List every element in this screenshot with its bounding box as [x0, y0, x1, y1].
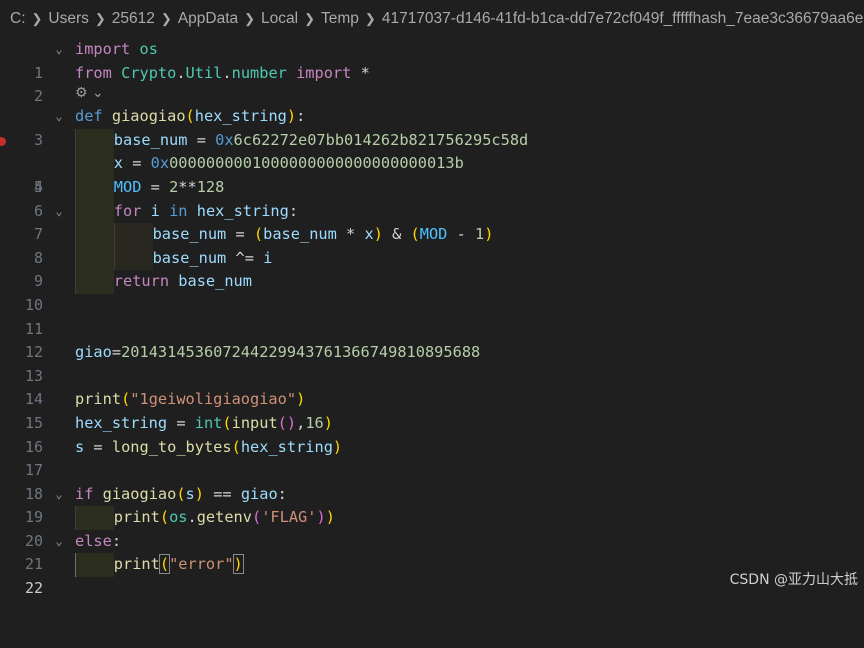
code-line[interactable]: 11 [0, 294, 864, 338]
code-line[interactable]: 20 print(os.getenv('FLAG')) [0, 506, 864, 550]
code-editor[interactable]: 1 ⌄ import os 2 from Crypto.Util.number … [0, 38, 864, 597]
breadcrumb-item[interactable]: Users [48, 10, 88, 28]
fold-chevron-icon[interactable]: ⌄ [52, 38, 66, 62]
breadcrumb-item[interactable]: AppData [178, 10, 238, 28]
chevron-right-icon: ❯ [31, 11, 43, 26]
code-line[interactable]: 3 ⌄ def giaogiao(hex_string): [0, 105, 864, 149]
fold-chevron-icon[interactable]: ⌄ [52, 200, 66, 224]
fold-chevron-icon[interactable]: ⌄ [52, 483, 66, 507]
breadcrumb-item[interactable]: Temp [321, 10, 359, 28]
code-line[interactable]: 6 MOD = 2**128 [0, 175, 864, 220]
breadcrumb: C: ❯ Users ❯ 25612 ❯ AppData ❯ Local ❯ Temp ❯ … [0, 0, 864, 38]
code-line[interactable]: 1 ⌄ import os [0, 38, 864, 82]
breakpoint-icon[interactable] [0, 136, 6, 146]
chevron-right-icon: ❯ [94, 11, 106, 26]
code-line[interactable]: 15 print("1geiwoligiaogiao") [0, 388, 864, 432]
code-line[interactable]: 17 s = long_to_bytes(hex_string) [0, 436, 864, 480]
codelens-row: ⚙ ⌄ [0, 85, 864, 105]
code-line[interactable]: 7 ⌄ for i in hex_string: [0, 199, 864, 243]
code-line[interactable]: 10 return base_num [0, 270, 864, 314]
keyword: import [75, 40, 131, 58]
code-line[interactable]: 13 giao=20143145360724422994376136674981… [0, 341, 864, 385]
code-line[interactable]: 16 hex_string = int(input(),16) [0, 412, 864, 456]
module-name: Util [185, 63, 223, 82]
module-name: Crypto [121, 63, 177, 82]
module-name: os [139, 40, 158, 58]
codelens-gear-icon[interactable]: ⚙ ⌄ [75, 85, 104, 101]
watermark: CSDN @亚力山大抵 [729, 572, 858, 588]
function-name: giaogiao [111, 107, 186, 126]
keyword: def [75, 107, 103, 126]
fold-chevron-icon[interactable]: ⌄ [52, 105, 66, 129]
code-line[interactable]: 2 from Crypto.Util.number import * [0, 62, 864, 106]
keyword: from [75, 63, 112, 82]
code-line[interactable]: 8 base_num = (base_num * x) & (MOD - 1) [0, 223, 864, 267]
line-number: 22 [24, 579, 43, 598]
breadcrumb-item[interactable]: C: [10, 10, 26, 28]
code-line[interactable]: 21 ⌄ else: [0, 530, 864, 574]
chevron-right-icon: ❯ [244, 11, 256, 26]
code-line[interactable]: 5 x = 0x0000000001000000000000000000013b [0, 152, 864, 196]
breadcrumb-item-file[interactable]: 41717037-d146-41fd-b1ca-dd7e72cf049f_fff… [382, 10, 864, 28]
chevron-right-icon: ❯ [304, 11, 316, 26]
breadcrumb-item[interactable]: 25612 [112, 10, 155, 28]
module-name: number [231, 63, 287, 82]
chevron-right-icon: ❯ [364, 11, 376, 26]
code-line[interactable]: 4 base_num = 0x6c62272e07bb014262b821756… [0, 128, 864, 196]
breadcrumb-item[interactable]: Local [261, 10, 298, 28]
code-line[interactable]: 19 ⌄ if giaogiao(s) == giao: [0, 483, 864, 527]
keyword: import [296, 63, 352, 82]
code-line[interactable]: 12 [0, 318, 864, 361]
code-line[interactable]: 14 [0, 365, 864, 408]
fold-chevron-icon[interactable]: ⌄ [52, 530, 66, 554]
chevron-right-icon: ❯ [160, 11, 172, 26]
code-line[interactable]: 9 base_num ^= i [0, 246, 864, 290]
code-line[interactable]: 18 [0, 459, 864, 503]
